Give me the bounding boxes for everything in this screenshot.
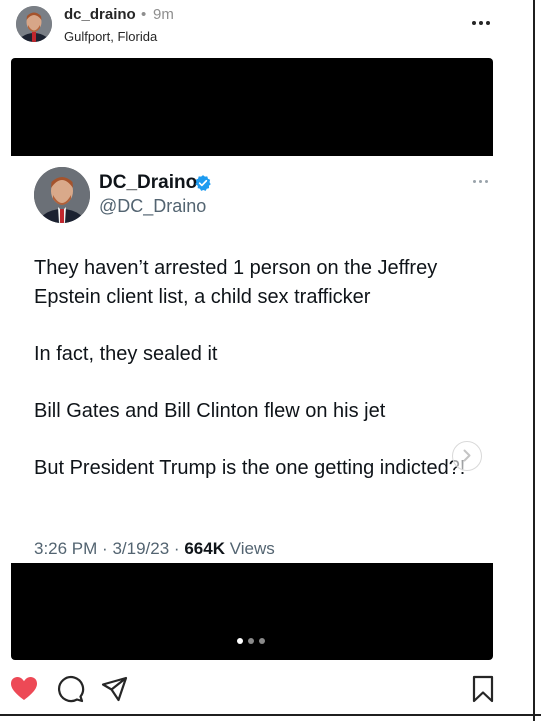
share-icon[interactable] [100, 674, 130, 704]
tweet-meta: 3:26 PM · 3/19/23 · 664K Views [34, 539, 275, 559]
tweet-time: 3:26 PM [34, 539, 98, 558]
post-action-bar [0, 668, 533, 708]
post-location[interactable]: Gulfport, Florida [64, 29, 157, 44]
post-header: dc_draino • 9m Gulfport, Florida [0, 0, 533, 56]
tweet-views-label: Views [229, 539, 275, 558]
tweet-paragraph: But President Trump is the one getting i… [34, 457, 466, 479]
post-media-carousel[interactable]: DC_Draino @DC_Draino They haven’t arrest… [11, 58, 493, 660]
carousel-dot [259, 638, 265, 644]
tweet-paragraph: Bill Gates and Bill Clinton flew on his … [34, 400, 386, 422]
post-time: 9m [153, 6, 174, 23]
tweet-date: 3/19/23 [112, 539, 170, 558]
chevron-right-icon[interactable] [452, 441, 482, 471]
comment-icon[interactable] [55, 674, 85, 704]
tweet-card: DC_Draino @DC_Draino They haven’t arrest… [11, 156, 493, 563]
heart-icon[interactable] [9, 674, 39, 704]
avatar[interactable] [16, 6, 52, 42]
meta-separator: · [173, 539, 180, 558]
tweet-more-icon [470, 178, 490, 186]
tweet-paragraph: They haven’t arrested 1 person on the Je… [34, 257, 438, 308]
tweet-handle: @DC_Draino [99, 196, 207, 216]
verified-badge-icon [195, 175, 211, 191]
tweet-views-count: 664K [184, 539, 225, 558]
tweet-avatar [34, 167, 90, 223]
carousel-indicator [237, 638, 271, 644]
carousel-dot [248, 638, 254, 644]
bookmark-icon[interactable] [468, 674, 498, 704]
window-border-right [533, 0, 535, 721]
tweet-paragraph: In fact, they sealed it [34, 343, 218, 365]
carousel-dot [237, 638, 243, 644]
tweet-display-name: DC_Draino [99, 172, 198, 193]
separator-dot: • [141, 6, 147, 23]
meta-separator: · [102, 539, 108, 558]
post-username[interactable]: dc_draino [64, 6, 136, 23]
window-border-bottom [0, 714, 541, 716]
more-options-icon[interactable] [466, 10, 496, 36]
